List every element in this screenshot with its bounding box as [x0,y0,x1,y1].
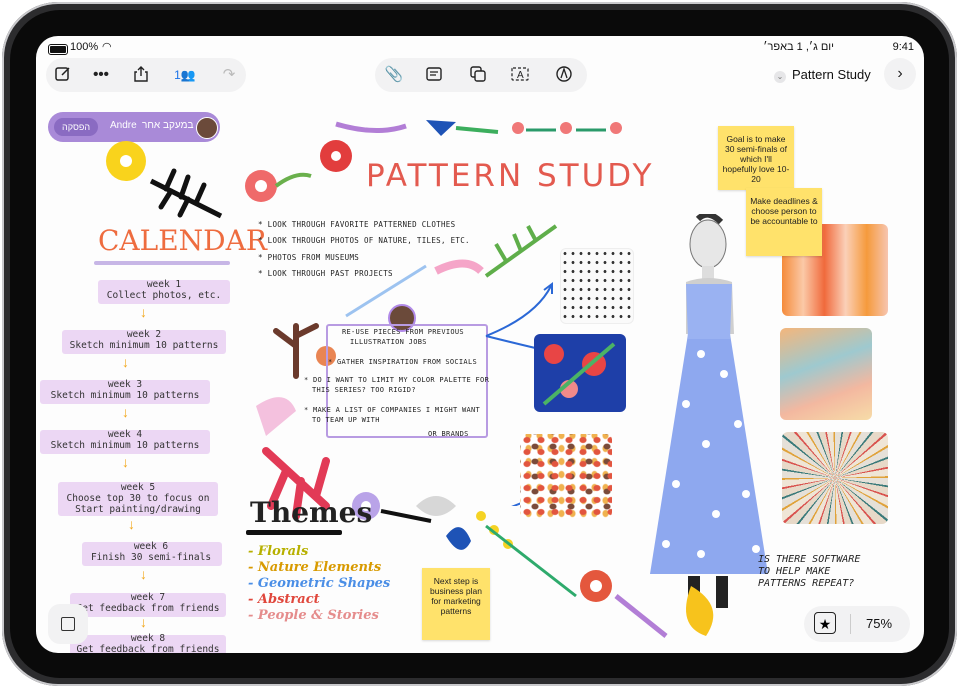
calendar-underline [94,261,230,265]
forward-button[interactable]: › [884,58,916,90]
pattern-study-title: PATTERN STUDY [366,158,655,194]
idea-line: ILLUSTRATION JOBS [350,338,427,346]
idea-line: * GATHER INSPIRATION FROM SOCIALS [328,358,477,366]
arrow-icon: ↓ [140,304,147,320]
sidebar-toggle-button[interactable] [48,604,88,644]
week-8: week 8 Get feedback from friends [76,633,220,653]
idea-line: OR BRANDS [428,430,469,438]
divider [850,614,851,634]
status-time: 9:41 [892,41,914,53]
arrow-icon: ↓ [140,614,147,630]
theme-item: - Florals [248,544,309,559]
arrow-icon: ↓ [122,354,129,370]
wifi-icon: ◠ [102,41,112,53]
battery-icon [48,44,68,55]
textbox-icon [426,67,442,81]
star-icon[interactable]: ★ [814,612,836,634]
theme-item: - Abstract [248,592,320,607]
sticky-note[interactable]: Goal is to make 30 semi-finals of which … [718,126,794,190]
week-1: week 1 Collect photos, etc. [106,279,222,301]
board-title: Pattern Study [792,67,871,82]
ellipsis-icon: ••• [93,66,109,83]
week-7: week 7 Get feedback from friends [76,592,220,614]
theme-item: - Nature Elements [248,560,382,575]
burst-pattern-tile[interactable] [782,432,888,524]
back-button[interactable] [52,65,74,85]
sticky-note[interactable]: Make deadlines & choose person to be acc… [746,188,822,256]
compose-icon [55,67,70,81]
arrow-icon: ↓ [128,516,135,532]
idea-line: * DO I WANT TO LIMIT MY COLOR PALETTE FO… [304,376,490,384]
idea-line: TO TEAM UP WITH [312,416,380,424]
zoom-level[interactable]: 75% [866,616,892,631]
battery-percent: 100% [70,41,99,53]
dots-pattern-tile[interactable] [560,248,634,324]
collaborate-button[interactable]: 1👥 [170,65,200,85]
share-icon [134,66,148,82]
shapes-icon [470,66,486,82]
decor-sun-leaves [106,141,223,219]
redo-button[interactable]: ↷ [218,65,240,85]
shapes-button[interactable] [467,65,489,85]
zoom-control: ★ 75% [804,606,910,642]
theme-item: - Geometric Shapes [248,576,391,591]
participant-count: 1 [174,68,181,82]
arrow-icon: ↓ [122,404,129,420]
idea-line: RE-USE PIECES FROM PREVIOUS [342,328,464,336]
text-box-button[interactable] [423,65,445,85]
idea-line: THIS SERIES? TOO RIGID? [312,386,416,394]
text-button[interactable]: A [509,65,531,85]
paperclip-icon: 📎 [384,66,404,83]
floral-pattern-tile[interactable] [534,334,626,412]
sidebar-icon [61,617,75,631]
calendar-title: CALENDAR [98,224,267,257]
decor-lower-flowers [416,496,714,638]
idea-line: * MAKE A LIST OF COMPANIES I MIGHT WANT [304,406,481,414]
freeform-screen: 100% ◠ יום ג׳, 1 באפר׳ 9:41 ••• 1👥 ↷ 📎 A… [36,36,924,653]
question-text: IS THERE SOFTWARE TO HELP MAKE PATTERNS RE… [758,554,861,589]
status-bar: 100% ◠ יום ג׳, 1 באפר׳ 9:41 [36,40,924,58]
chevron-down-icon: ⌄ [774,71,786,83]
themes-title: Themes [250,496,373,529]
themes-underline [246,530,342,535]
arrow-icon: ↓ [122,454,129,470]
redo-icon: ↷ [222,66,236,83]
week-4: week 4 Sketch minimum 10 patterns [50,429,200,451]
left-toolbar: ••• 1👥 ↷ [46,58,246,92]
markup-button[interactable] [553,65,575,85]
board-title-menu[interactable]: ⌄ Pattern Study [774,67,871,83]
week-3: week 3 Sketch minimum 10 patterns [50,379,200,401]
svg-text:A: A [517,70,524,81]
week-2: week 2 Sketch minimum 10 patterns [69,329,219,351]
tulip-pattern [542,342,616,406]
more-button[interactable]: ••• [90,65,112,85]
insert-toolbar: 📎 A [375,58,587,92]
week-6: week 6 Finish 30 semi-finals [90,541,212,563]
text-icon: A [511,67,529,81]
theme-item: - People & Stories [248,608,379,623]
arrow-icon: ↓ [140,566,147,582]
status-date: יום ג׳, 1 באפר׳ [763,41,834,53]
people-icon: 👥 [180,68,196,82]
share-button[interactable] [130,65,152,85]
watercolor-pattern-tile[interactable] [780,328,872,420]
attach-button[interactable]: 📎 [383,65,405,85]
stop-following-button[interactable]: הפסקה [54,118,99,136]
pen-icon [556,66,572,82]
chevron-right-icon: › [897,65,903,82]
week-5: week 5 Choose top 30 to focus on Start pai… [66,482,210,515]
